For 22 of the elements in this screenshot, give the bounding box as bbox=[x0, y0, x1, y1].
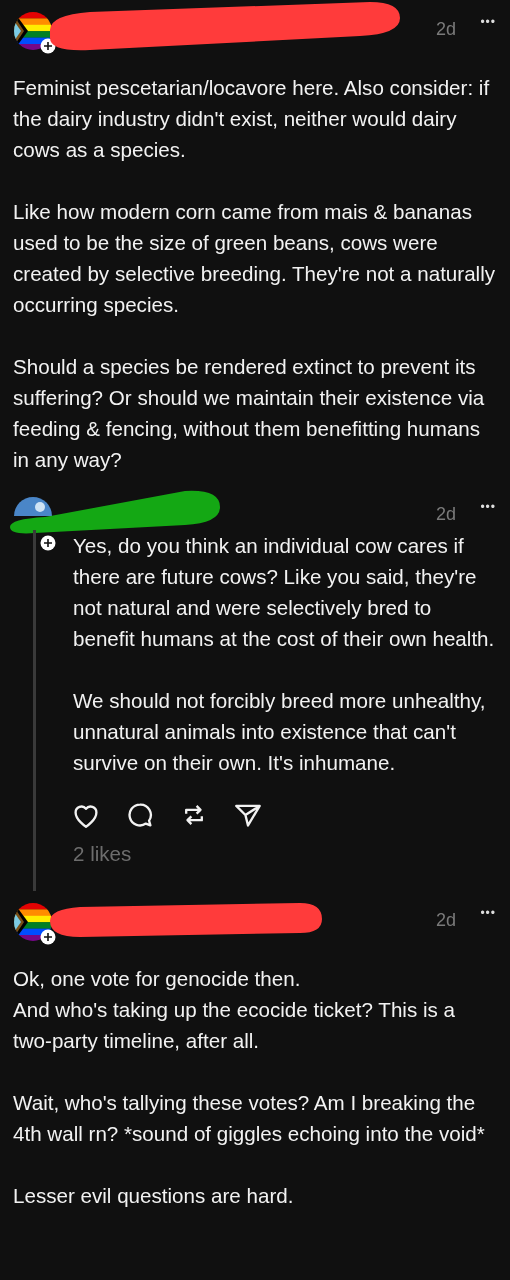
avatar[interactable] bbox=[14, 903, 52, 941]
likes-count[interactable]: 2 likes bbox=[73, 838, 498, 891]
like-icon[interactable] bbox=[73, 802, 99, 828]
more-options-button[interactable]: ••• bbox=[480, 13, 496, 31]
comment-icon[interactable] bbox=[127, 802, 153, 828]
follow-icon[interactable] bbox=[40, 535, 56, 551]
post-time: 2d bbox=[435, 909, 456, 932]
more-options-button[interactable]: ••• bbox=[480, 904, 496, 922]
follow-icon[interactable] bbox=[40, 929, 56, 945]
post-text: Lesser evil questions are hard. bbox=[13, 1183, 295, 1209]
more-options-button[interactable]: ••• bbox=[480, 498, 496, 516]
post-text: Wait, who's tallying these votes? Am I breaking the 4th wall rn? *sound of giggles echoing into the void* bbox=[13, 1090, 486, 1147]
post-text: Like how modern corn came from mais & bananas used to be the size of green beans, cows were created by selective breeding. They're not a naturally occurring species. bbox=[13, 199, 496, 318]
post-text: Yes, do you think an individual cow cares if there are future cows? Like you said, they're not natural and were selectively bred to benefit humans at the cost of their own health. bbox=[73, 533, 496, 652]
post-text: Ok, one vote for genocide then. And who's taking up the ecocide ticket? This is a two-party timeline, after all. bbox=[13, 966, 456, 1054]
post-time: 2d bbox=[435, 18, 456, 41]
post-text: We should not forcibly breed more unhealthy, unnatural animals into existence that can't survive on their own. It's inhumane. bbox=[73, 688, 487, 776]
post-time: 2d bbox=[435, 503, 456, 526]
avatar[interactable] bbox=[14, 12, 52, 50]
share-icon[interactable] bbox=[235, 802, 261, 828]
post-text: Feminist pescetarian/locavore here. Also consider: if the dairy industry didn't exist, neither would dairy cows as a species. bbox=[13, 75, 491, 163]
post-text: Should a species be rendered extinct to prevent its suffering? Or should we maintain their existence via feeding & fencing, without them benefitting humans in any way? bbox=[13, 354, 486, 473]
